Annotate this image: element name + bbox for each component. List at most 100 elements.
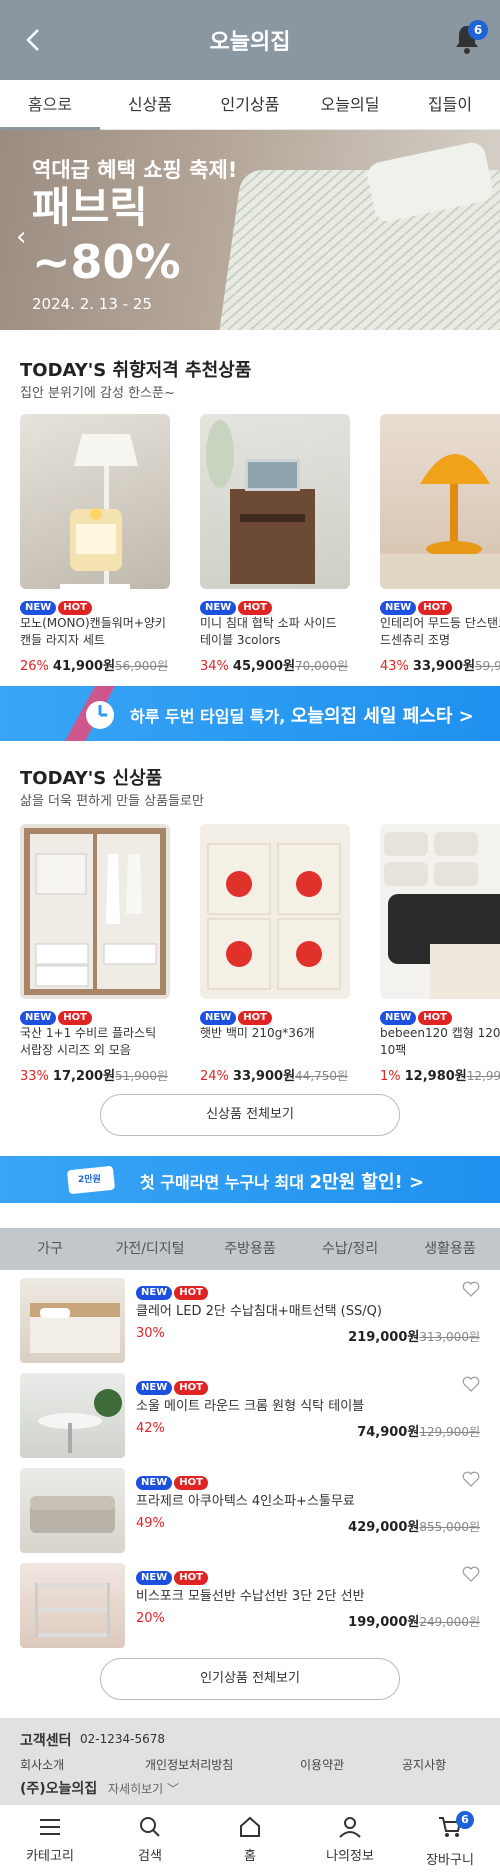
hot-badge: HOT: [418, 601, 452, 615]
product-card[interactable]: NEW HOT 모노(MONO)캔들워머+양키캔들 라지자 세트 26% 41,90…: [20, 414, 170, 674]
product-original-price: 51,900원: [115, 1069, 169, 1083]
product-name: 비스포크 모듈선반 수납선반 3단 2단 선반: [136, 1589, 365, 1604]
product-name: 국산 1+1 수비르 플라스틱 서랍장 시리즈 외 모음: [20, 1026, 157, 1057]
nav-label: 홈: [244, 1849, 256, 1864]
product-price: 12,980원: [404, 1069, 467, 1084]
hot-badge: HOT: [418, 1011, 452, 1025]
tab-popular[interactable]: 인기상품: [200, 80, 300, 130]
product-card[interactable]: NEW HOT 국산 1+1 수비르 플라스틱 서랍장 시리즈 외 모음 33% 1…: [20, 824, 170, 1084]
main-tabs: 홈으로 신상품 인기상품 오늘의딜 집들이: [0, 80, 500, 130]
promo-text: 하루 두번 타임딜 특가,: [130, 707, 291, 726]
new-badge: NEW: [136, 1381, 173, 1395]
nav-label: 나의정보: [326, 1849, 374, 1864]
footer-link-terms[interactable]: 이용약관: [300, 1756, 344, 1773]
heart-icon[interactable]: [462, 1280, 480, 1298]
category-tab-electronics[interactable]: 가전/디지털: [100, 1228, 200, 1270]
product-card[interactable]: NEWHOT 인테리어 무드등 단스탠드 미드센츄리 조명 43%33,900원…: [380, 414, 500, 674]
nav-my-info[interactable]: 나의정보: [300, 1805, 400, 1873]
new-arrivals-carousel[interactable]: NEW HOT 국산 1+1 수비르 플라스틱 서랍장 시리즈 외 모음 33% 1…: [0, 824, 500, 1084]
product-discount: 30%: [136, 1326, 165, 1341]
product-card[interactable]: NEW HOT 미니 침대 협탁 소파 사이드 테이블 3colors 34% 45…: [200, 414, 350, 674]
product-discount: 34%: [200, 659, 229, 674]
hot-badge: HOT: [174, 1286, 208, 1300]
heart-icon[interactable]: [462, 1470, 480, 1488]
coupon-label: 2만원: [78, 1175, 101, 1185]
product-price: 429,000원: [348, 1520, 420, 1535]
new-arrivals-more-button[interactable]: 신상품 전체보기: [100, 1094, 400, 1136]
product-price: 219,000원: [348, 1330, 420, 1345]
hot-badge: HOT: [174, 1381, 208, 1395]
product-image: [20, 414, 170, 589]
notification-badge: 6: [468, 20, 488, 40]
popular-more-button[interactable]: 인기상품 전체보기: [100, 1658, 400, 1700]
tab-today-deal[interactable]: 오늘의딜: [300, 80, 400, 130]
search-icon: [140, 1817, 160, 1837]
footer-link-notice[interactable]: 공지사항: [402, 1756, 446, 1773]
nav-category[interactable]: 카테고리: [0, 1805, 100, 1873]
recommend-carousel[interactable]: NEW HOT 모노(MONO)캔들워머+양키캔들 라지자 세트 26% 41,90…: [0, 414, 500, 674]
nav-label: 장바구니: [426, 1853, 474, 1868]
hot-badge: HOT: [174, 1571, 208, 1585]
sale-festa-banner[interactable]: 하루 두번 타임딜 특가, 오늘의집 세일 페스타 >: [0, 686, 500, 741]
product-original-price: 70,000원: [295, 659, 349, 673]
customer-center-label: 고객센터: [20, 1733, 72, 1749]
footer-link-about[interactable]: 회사소개: [20, 1756, 64, 1773]
list-item[interactable]: NEW HOT 프라제르 아쿠아텍스 4인소파+스툴무료 49% 429,000원…: [0, 1468, 500, 1558]
list-item[interactable]: NEW HOT 클레어 LED 2단 수납침대+매트선택 (SS/Q) 30% 2…: [0, 1278, 500, 1368]
bottom-navigation: 카테고리 검색 홈 나의정보 6 장바구니: [0, 1804, 500, 1873]
list-item[interactable]: NEW HOT 비스포크 모듈선반 수납선반 3단 2단 선반 20% 199,0…: [0, 1563, 500, 1653]
banner-prev-icon[interactable]: ‹: [16, 222, 26, 252]
product-price: 33,900원: [232, 1069, 296, 1084]
product-image: [200, 414, 350, 589]
new-badge: NEW: [200, 601, 237, 615]
product-price: 45,900원: [232, 659, 296, 674]
banner-subtitle: 역대급 혜택 쇼핑 축제!: [32, 158, 238, 182]
hero-banner[interactable]: ‹ 역대급 혜택 쇼핑 축제! 패브릭 ~80% 2024. 2. 13 - 2…: [0, 130, 500, 330]
product-price: 17,200원: [52, 1069, 116, 1084]
product-image: [20, 1373, 125, 1458]
product-price: 199,000원: [348, 1615, 420, 1630]
hot-badge: HOT: [58, 601, 92, 615]
new-badge: NEW: [136, 1571, 173, 1585]
product-price: 41,900원: [52, 659, 116, 674]
category-tab-kitchen[interactable]: 주방용품: [200, 1228, 300, 1270]
promo-text: 첫 구매라면 누구나 최대: [140, 1173, 310, 1192]
product-image: [20, 1278, 125, 1363]
product-discount: 24%: [200, 1069, 229, 1084]
product-name: 프라제르 아쿠아텍스 4인소파+스툴무료: [136, 1494, 355, 1509]
app-title: 오늘의집: [209, 30, 291, 55]
product-card[interactable]: NEW HOT 햇반 백미 210g*36개 24% 33,900원44,750원: [200, 824, 350, 1084]
hot-badge: HOT: [58, 1011, 92, 1025]
category-tab-storage[interactable]: 수납/정리: [300, 1228, 400, 1270]
person-icon: [339, 1817, 361, 1838]
footer-link-privacy[interactable]: 개인정보처리방침: [145, 1756, 233, 1773]
list-item[interactable]: NEW HOT 소울 메이트 라운드 크롬 원형 식탁 테이블 42% 74,90…: [0, 1373, 500, 1463]
product-name: 인테리어 무드등 단스탠드 미드센츄리 조명: [380, 616, 500, 647]
first-purchase-banner[interactable]: 2만원 첫 구매라면 누구나 최대 2만원 할인! >: [0, 1156, 500, 1203]
home-icon: [240, 1816, 260, 1837]
hot-badge: HOT: [174, 1476, 208, 1490]
product-discount: 42%: [136, 1421, 165, 1436]
banner-date: 2024. 2. 13 - 25: [32, 295, 152, 313]
category-tab-living[interactable]: 생활용품: [400, 1228, 500, 1270]
product-name: bebeen120 캡형 120매 10팩: [380, 1026, 500, 1057]
product-card[interactable]: NEW HOT bebeen120 캡형 120매 10팩 1% 12,980원12…: [380, 824, 500, 1084]
product-discount: 1%: [380, 1069, 401, 1084]
nav-label: 카테고리: [26, 1849, 74, 1864]
tab-home[interactable]: 홈으로: [0, 80, 100, 130]
company-name: (주)오늘의집: [20, 1781, 98, 1797]
heart-icon[interactable]: [462, 1565, 480, 1583]
tab-new[interactable]: 신상품: [100, 80, 200, 130]
heart-icon[interactable]: [462, 1375, 480, 1393]
company-detail-link[interactable]: 자세히보기 ﹀: [108, 1780, 179, 1797]
nav-home[interactable]: 홈: [200, 1805, 300, 1873]
new-badge: NEW: [20, 601, 57, 615]
nav-search[interactable]: 검색: [100, 1805, 200, 1873]
category-tab-furniture[interactable]: 가구: [0, 1228, 100, 1270]
product-original-price: 249,000원: [419, 1615, 480, 1629]
product-image: [380, 414, 500, 589]
nav-cart[interactable]: 6 장바구니: [400, 1805, 500, 1873]
product-original-price: 44,750원: [295, 1069, 349, 1083]
tab-housewarming[interactable]: 집들이: [400, 80, 500, 130]
new-arrivals-subtitle: 삶을 더욱 편하게 만들 상품들로만: [20, 794, 204, 809]
